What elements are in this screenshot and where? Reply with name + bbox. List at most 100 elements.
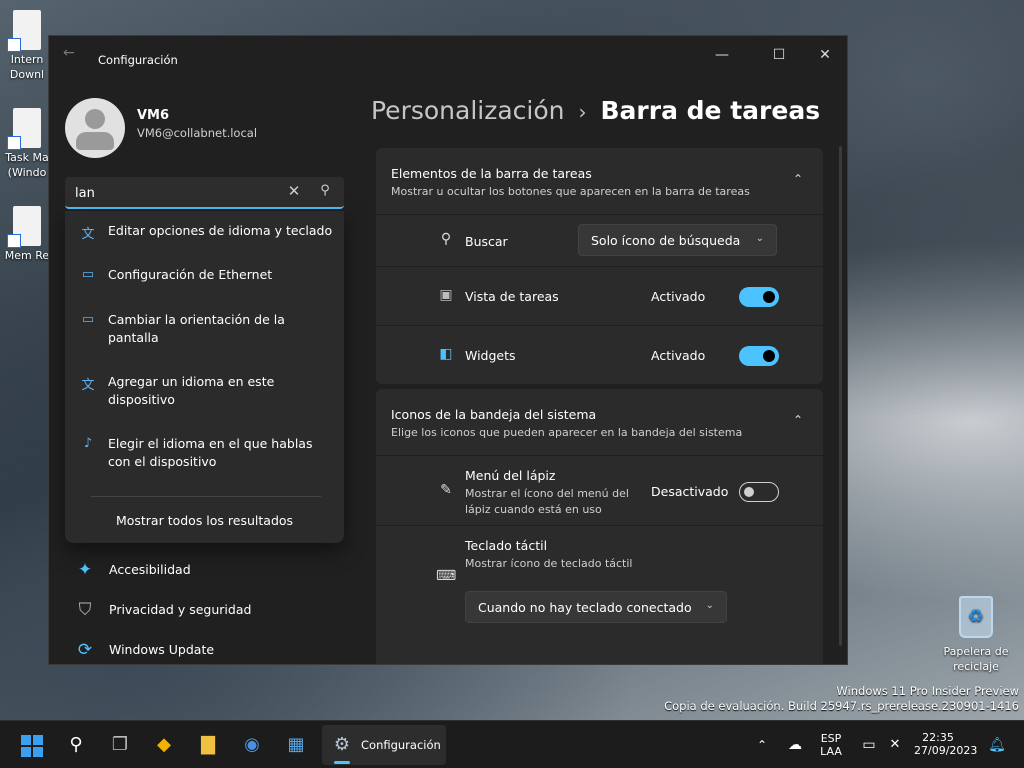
setting-label: Vista de tareas [465,289,559,304]
chevron-up-icon[interactable]: ⌃ [789,172,807,190]
taskbar-settings-app[interactable]: ⚙ Configuración [322,725,446,765]
windows-logo-icon [21,747,31,757]
section-header[interactable]: Iconos de la bandeja del sistema Elige l… [376,389,823,455]
avatar-body-shape [76,132,114,150]
search-suggestions: 文 Editar opciones de idioma y teclado ▭ … [65,211,344,543]
page-title: Barra de tareas [600,96,821,125]
toggle-state: Activado [651,289,706,304]
file-explorer-icon[interactable]: ▇ [189,727,227,763]
cloud-icon[interactable]: ☁ [784,721,806,768]
language-add-icon: 文 [81,378,95,393]
search-icon[interactable]: ⚲ [57,727,95,763]
desktop-icon-label: Downl [9,68,45,81]
widgets-icon: ◧ [439,346,453,362]
chevron-up-icon[interactable]: ⌃ [789,413,807,431]
section-subtitle: Elige los iconos que pueden aparecer en … [391,426,743,439]
section-header[interactable]: Elementos de la barra de tareas Mostrar … [376,148,823,214]
title-bar[interactable]: ← Configuración — ☐ ✕ [49,36,847,70]
suggestion-item[interactable]: ▭ Cambiar la orientación de la pantalla [65,311,344,367]
shield-icon: ⛉ [78,600,92,620]
language-line: LAA [820,745,842,758]
display-icon: ▭ [81,312,95,327]
user-email: VM6@collabnet.local [137,126,258,140]
windows-logo-icon [33,747,43,757]
breadcrumb-separator: › [578,100,587,124]
nav-item-windows-update[interactable]: ⟳ Windows Update [65,631,344,664]
suggestion-item[interactable]: 文 Editar opciones de idioma y teclado [65,222,344,262]
watermark-line: Windows 11 Pro Insider Preview [836,684,1019,698]
suggestion-item[interactable]: ▭ Configuración de Ethernet [65,266,344,306]
back-arrow-icon[interactable]: ← [63,45,85,61]
chevron-up-icon[interactable]: ⌃ [752,721,772,768]
task-view-icon[interactable]: ❐ [101,727,139,763]
minimize-button[interactable]: — [699,40,745,70]
close-button[interactable]: ✕ [802,40,847,70]
recycle-bin-label: Papelera de [943,645,1009,658]
desktop-icon-task-manager[interactable]: Task Ma (Windo [2,108,52,198]
volume-muted-icon[interactable]: ✕ [884,721,906,768]
watermark-line: Copia de evaluación. Build 25947.rs_prer… [664,699,1019,713]
search-mode-select[interactable]: Solo ícono de búsqueda ⌄ [578,224,777,256]
suggestion-label: Cambiar la orientación de la pantalla [108,311,333,347]
setting-row-touch-keyboard: ⌨ Teclado táctil Mostrar ícono de teclad… [376,525,823,631]
windows-logo-icon [21,735,31,745]
network-icon[interactable]: ▭ [858,721,880,768]
setting-label: Teclado táctil [465,538,548,553]
desktop-icon-mem-reduct[interactable]: Mem Re [2,206,52,296]
task-view-toggle[interactable] [739,287,779,307]
setting-row-pen-menu: ✎ Menú del lápiz Mostrar el ícono del me… [376,455,823,525]
setting-description: Mostrar ícono de teclado táctil [465,557,633,570]
setting-label: Menú del lápiz [465,468,556,483]
language-line: ESP [820,732,842,745]
store-icon[interactable]: ▦ [277,727,315,763]
search-box[interactable]: ✕ ⚲ [65,177,344,209]
taskbar: ⚲ ❐ ◆ ▇ ◉ ▦ ⚙ Configuración ⌃ ☁ ESP LAA … [0,720,1024,768]
start-button[interactable] [14,727,52,763]
divider [91,496,321,497]
app-title: Configuración [98,53,178,67]
breadcrumb: Personalización › Barra de tareas [371,96,820,125]
suggestion-label: Elegir el idioma en el que hablas con el… [108,435,333,471]
clock-time: 22:35 [922,731,954,744]
search-icon[interactable]: ⚲ [315,183,335,203]
touch-keyboard-select[interactable]: Cuando no hay teclado conectado ⌄ [465,591,727,623]
taskbar-items-section: Elementos de la barra de tareas Mostrar … [376,148,823,384]
notification-bell-icon[interactable]: 🔔︎ [986,721,1008,768]
search-input[interactable] [75,183,275,203]
setting-row-search: ⚲ Buscar Solo ícono de búsqueda ⌄ [376,214,823,266]
chrome-icon[interactable]: ◉ [233,727,271,763]
search-icon: ⚲ [440,231,452,247]
clear-search-icon[interactable]: ✕ [284,182,304,202]
app-icon[interactable]: ◆ [145,727,183,763]
suggestion-item[interactable]: ♪ Elegir el idioma en el que hablas con … [65,435,344,491]
gear-icon: ⚙ [333,734,351,755]
desktop-icon-label: Task Ma [5,151,49,164]
microphone-icon: ♪ [83,436,93,451]
suggestion-item[interactable]: 文 Agregar un idioma en este dispositivo [65,373,344,429]
widgets-toggle[interactable] [739,346,779,366]
desktop-icon-internet-download[interactable]: Intern Downl [2,10,52,100]
pen-menu-toggle[interactable] [739,482,779,502]
shortcut-file-icon [7,206,41,248]
language-indicator[interactable]: ESP LAA [814,721,848,768]
ethernet-icon: ▭ [81,267,95,282]
breadcrumb-parent[interactable]: Personalización [371,96,565,125]
nav-item-privacy[interactable]: ⛉ Privacidad y seguridad [65,591,344,627]
description-line: lápiz cuando está en uso [465,503,602,516]
shortcut-file-icon [7,108,41,150]
suggestion-line: Agregar un idioma en este [108,374,275,389]
scrollbar[interactable] [839,146,842,646]
toggle-state: Desactivado [651,484,729,499]
language-keyboard-icon: 文 [81,227,95,242]
show-all-results-button[interactable]: Mostrar todos los resultados [65,513,344,528]
desktop-icon-recycle-bin[interactable]: ♻ Papelera de reciclaje [936,596,1016,674]
suggestion-label: Editar opciones de idioma y teclado [108,223,333,238]
nav-item-accessibility[interactable]: ✦ Accesibilidad [65,551,344,587]
windows-watermark: Windows 11 Pro Insider Preview Copia de … [664,684,1019,714]
clock[interactable]: 22:35 27/09/2023 [914,721,978,768]
avatar[interactable] [65,98,125,158]
keyboard-icon: ⌨ [436,568,457,584]
maximize-button[interactable]: ☐ [756,40,802,70]
clock-date: 27/09/2023 [914,744,978,757]
section-title: Iconos de la bandeja del sistema [391,407,597,422]
